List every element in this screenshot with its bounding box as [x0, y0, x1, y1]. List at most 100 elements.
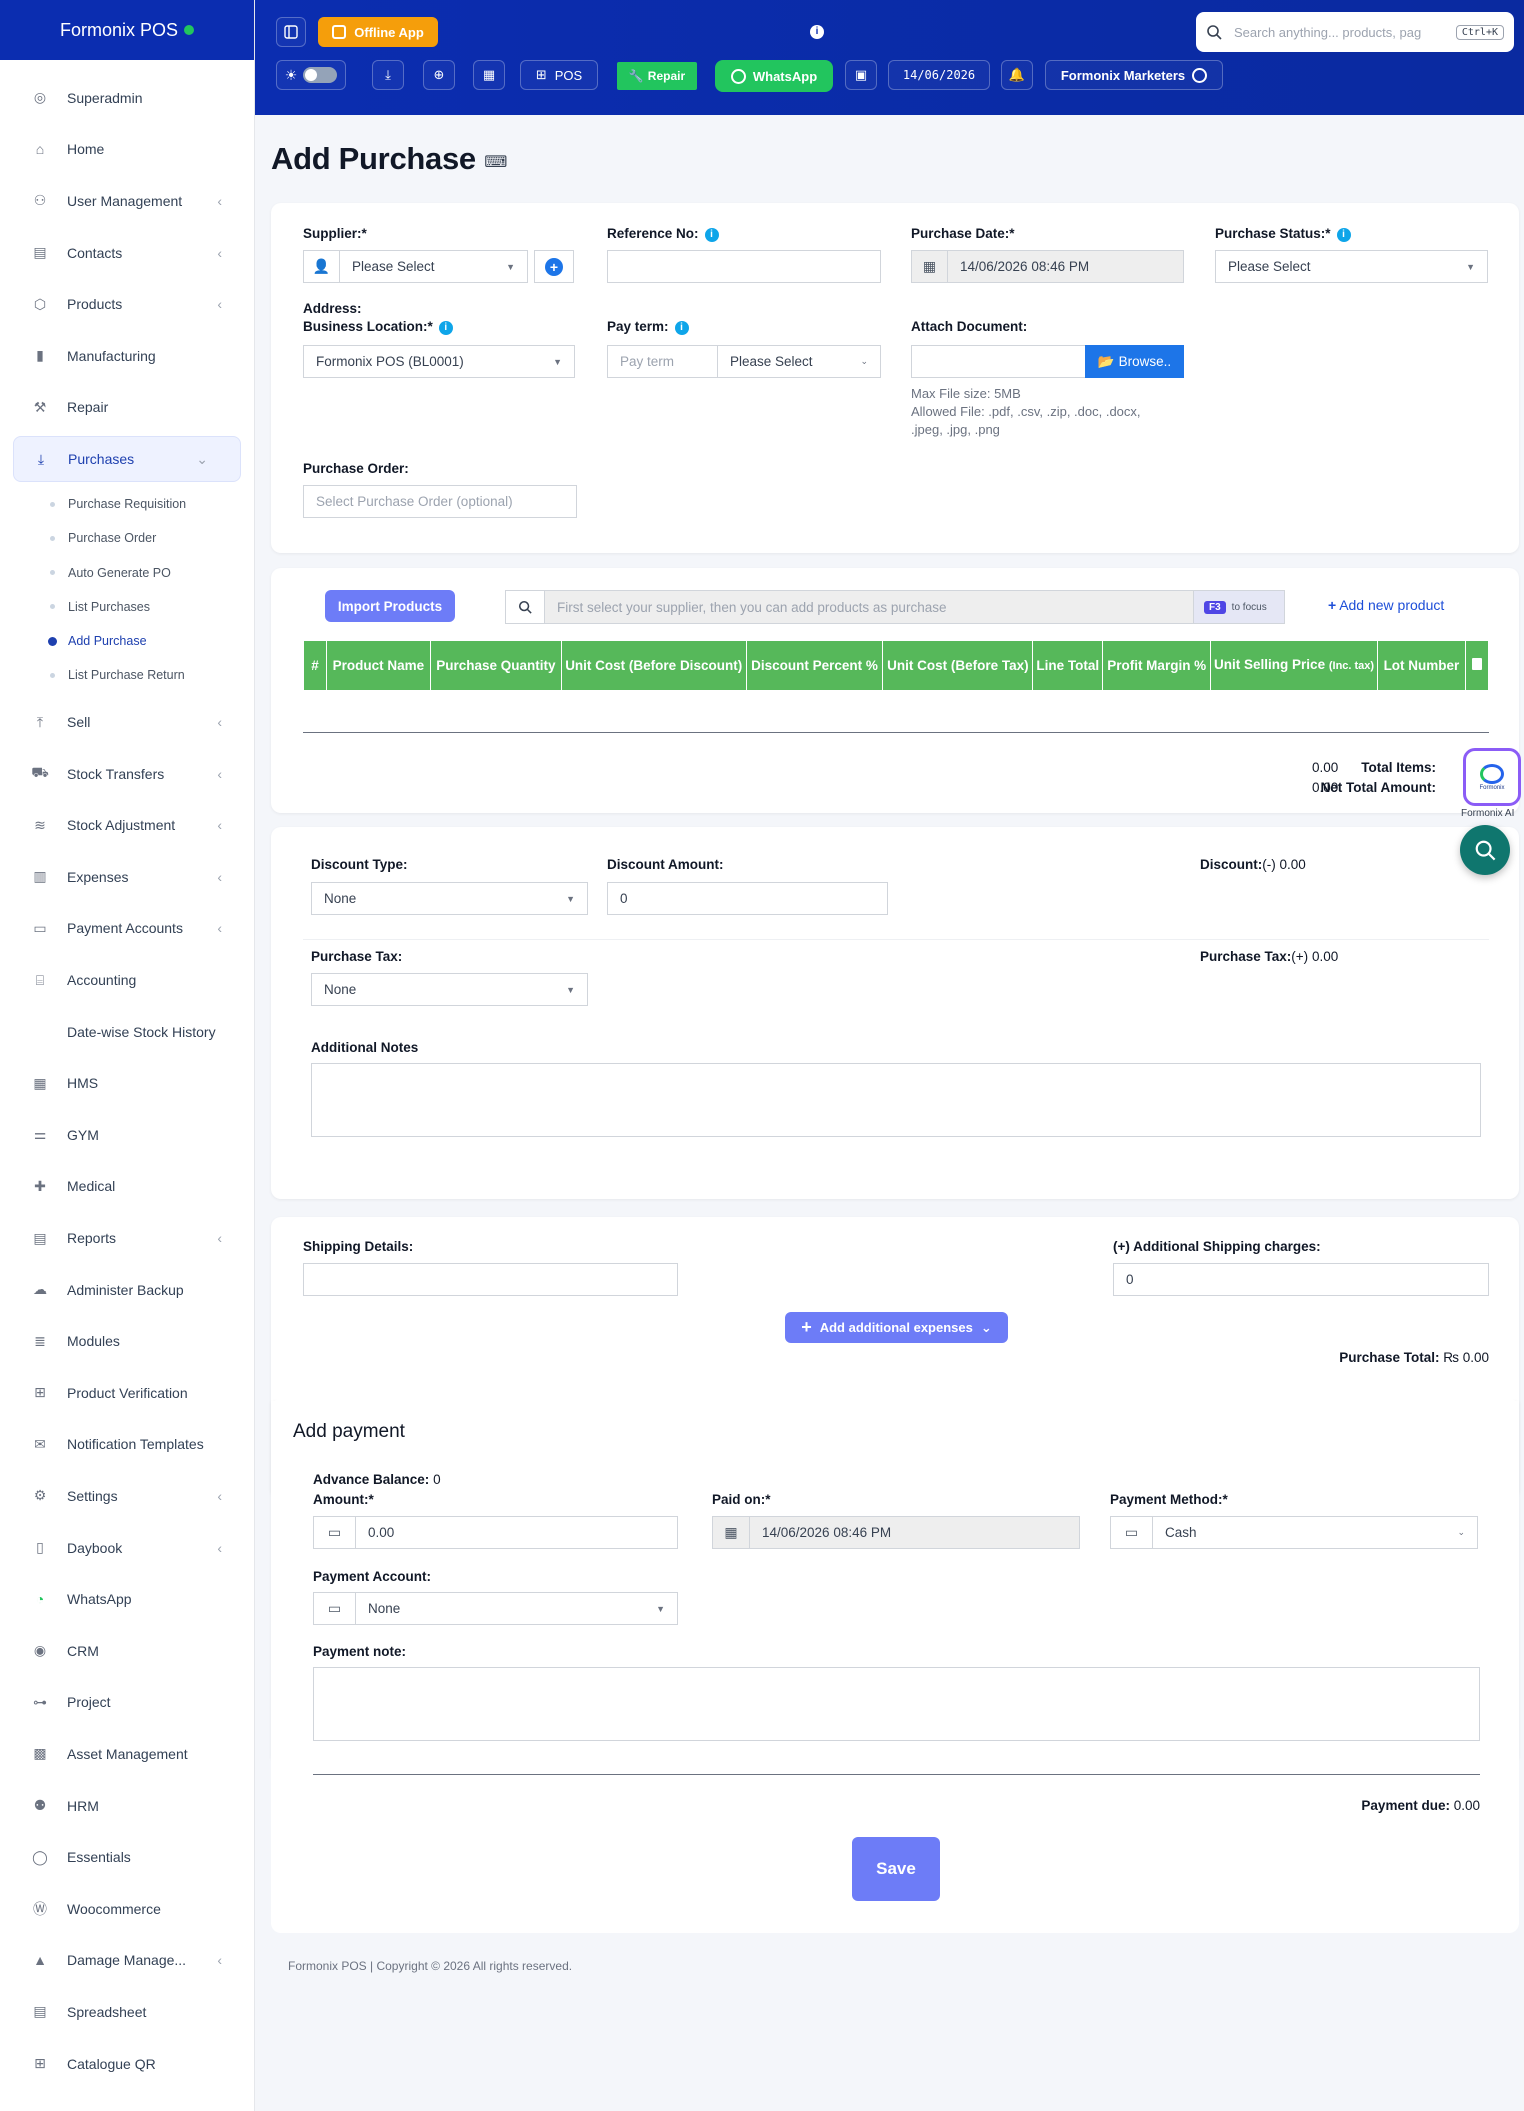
sidebar-item-damage-manage[interactable]: ▲ Damage Manage... ‹	[0, 1935, 254, 1987]
info-icon[interactable]: i	[438, 321, 453, 335]
sidebar-item-home[interactable]: ⌂ Home	[0, 124, 254, 176]
business-location-select[interactable]: Formonix POS (BL0001) ▼	[303, 345, 575, 378]
sidebar-item-user-management[interactable]: ⚇ User Management ‹	[0, 175, 254, 227]
paid-on-input[interactable]: 14/06/2026 08:46 PM	[749, 1516, 1080, 1549]
discount-amount-input[interactable]: 0	[607, 882, 888, 915]
add-additional-expenses-button[interactable]: + Add additional expenses ⌄	[785, 1312, 1008, 1343]
sidebar-item-whatsapp[interactable]: ◔ WhatsApp	[0, 1573, 254, 1625]
pos-button[interactable]: ⊞ POS	[520, 60, 598, 90]
global-search[interactable]: Search anything... products, pag Ctrl+K	[1196, 12, 1514, 52]
offline-app-button[interactable]: Offline App	[318, 17, 438, 47]
product-search-input[interactable]: First select your supplier, then you can…	[544, 590, 1194, 624]
submenu-item-add-purchase[interactable]: Add Purchase	[0, 624, 254, 658]
info-icon[interactable]: i	[704, 228, 719, 242]
sidebar-item-notification-templates[interactable]: ✉ Notification Templates	[0, 1419, 254, 1471]
sidebar-item-purchases[interactable]: ⤓ Purchases ⌄	[13, 436, 241, 483]
attach-document-input[interactable]	[911, 345, 1086, 378]
shipping-charges-input[interactable]: 0	[1113, 1263, 1489, 1296]
sidebar-item-label: User Management	[67, 192, 183, 209]
sidebar-item-crm[interactable]: ◉ CRM	[0, 1625, 254, 1677]
sidebar-item-administer-backup[interactable]: ☁ Administer Backup	[0, 1264, 254, 1316]
shipping-details-input[interactable]	[303, 1263, 678, 1296]
payment-note-textarea[interactable]	[313, 1667, 1480, 1741]
info-icon[interactable]: i	[674, 321, 689, 335]
info-icon[interactable]: i	[810, 25, 824, 39]
plus-icon: +	[1328, 597, 1337, 613]
trash-icon[interactable]	[1471, 657, 1482, 670]
theme-toggle[interactable]: ☀	[276, 60, 346, 90]
sidebar-item-accounting[interactable]: ⌸ Accounting	[0, 954, 254, 1006]
chevron-left-icon: ‹	[217, 244, 222, 261]
sidebar-item-expenses[interactable]: ▥ Expenses ‹	[0, 851, 254, 903]
payment-account-select[interactable]: None ▼	[355, 1592, 678, 1625]
chevron-left-icon: ‹	[217, 765, 222, 782]
repair-button[interactable]: 🔧 Repair	[617, 62, 697, 90]
sidebar-item-hms[interactable]: ▦ HMS	[0, 1057, 254, 1109]
sidebar-item-woocommerce[interactable]: Ⓦ Woocommerce	[0, 1883, 254, 1935]
sidebar-item-catalogue-qr[interactable]: ⊞ Catalogue QR	[0, 2038, 254, 2090]
sidebar-item-essentials[interactable]: ◯ Essentials	[0, 1831, 254, 1883]
sidebar-item-date-wise-stock-history[interactable]: Date-wise Stock History	[0, 1006, 254, 1058]
info-icon[interactable]: i	[1336, 228, 1351, 242]
discount-type-select[interactable]: None ▼	[311, 882, 588, 915]
sidebar-item-stock-transfers[interactable]: ⛟ Stock Transfers ‹	[0, 748, 254, 800]
brand[interactable]: Formonix POS	[0, 0, 254, 60]
purchase-date-input[interactable]: 14/06/2026 08:46 PM	[947, 250, 1184, 283]
cash-register-button[interactable]: ▣	[845, 60, 877, 90]
sidebar-item-reports[interactable]: ▤ Reports ‹	[0, 1212, 254, 1264]
sidebar-item-stock-adjustment[interactable]: ≋ Stock Adjustment ‹	[0, 799, 254, 851]
add-new-product-link[interactable]: + Add new product	[1328, 597, 1444, 613]
pay-term-unit-select[interactable]: Please Select ⌄	[717, 345, 881, 378]
import-products-button[interactable]: Import Products	[325, 590, 455, 622]
sidebar-item-repair[interactable]: ⚒ Repair	[0, 382, 254, 434]
sidebar-item-asset-management[interactable]: ▩ Asset Management	[0, 1728, 254, 1780]
sidebar-item-contacts[interactable]: ▤ Contacts ‹	[0, 227, 254, 279]
pay-term-input[interactable]: Pay term	[607, 345, 718, 378]
sidebar-item-project[interactable]: ⊶ Project	[0, 1677, 254, 1729]
purchase-order-select[interactable]: Select Purchase Order (optional)	[303, 485, 577, 518]
sidebar-item-payment-accounts[interactable]: ▭ Payment Accounts ‹	[0, 903, 254, 955]
calculator-button[interactable]: ▦	[473, 60, 505, 90]
money-icon: ▣	[854, 67, 868, 82]
submenu-item-purchase-order[interactable]: Purchase Order	[0, 521, 254, 555]
supplier-select[interactable]: Please Select ▼	[339, 250, 528, 283]
sidebar-item-product-verification[interactable]: ⊞ Product Verification	[0, 1367, 254, 1419]
browse-button[interactable]: 📂 Browse..	[1085, 345, 1184, 378]
sidebar-item-modules[interactable]: ≣ Modules	[0, 1315, 254, 1367]
notifications-button[interactable]: 🔔	[1001, 60, 1033, 90]
theme-switch[interactable]	[303, 67, 338, 83]
sidebar-item-label: Repair	[67, 399, 109, 416]
formonix-ai-button[interactable]: Formonix	[1463, 748, 1521, 806]
bullet-icon	[50, 672, 55, 678]
whatsapp-button[interactable]: WhatsApp	[715, 60, 833, 92]
sidebar-item-superadmin[interactable]: ◎ Superadmin	[0, 72, 254, 124]
submenu-item-list-purchase-return[interactable]: List Purchase Return	[0, 658, 254, 692]
sidebar-toggle-button[interactable]	[276, 17, 306, 47]
reference-input[interactable]	[607, 250, 881, 283]
sidebar-item-gym[interactable]: ⚌ GYM	[0, 1109, 254, 1161]
sidebar-item-manufacturing[interactable]: ▮ Manufacturing	[0, 330, 254, 382]
keyboard-icon[interactable]: ⌨	[484, 154, 507, 171]
purchase-tax-select[interactable]: None ▼	[311, 973, 588, 1006]
submenu-item-list-purchases[interactable]: List Purchases	[0, 590, 254, 624]
team-icon: ⚉	[33, 1797, 47, 1814]
payment-method-select[interactable]: Cash ⌄	[1152, 1516, 1478, 1549]
submenu-item-purchase-requisition[interactable]: Purchase Requisition	[0, 487, 254, 521]
sidebar-item-spreadsheet[interactable]: ▤ Spreadsheet	[0, 1986, 254, 2038]
business-menu[interactable]: Formonix Marketers	[1045, 60, 1223, 90]
sidebar-item-medical[interactable]: ✚ Medical	[0, 1161, 254, 1213]
floating-search-button[interactable]	[1460, 825, 1510, 875]
sidebar-item-hrm[interactable]: ⚉ HRM	[0, 1780, 254, 1832]
sidebar-item-products[interactable]: ⬡ Products ‹	[0, 278, 254, 330]
submenu-item-auto-generate-po[interactable]: Auto Generate PO	[0, 556, 254, 590]
add-button[interactable]: ⊕	[423, 60, 455, 90]
sidebar-item-sell[interactable]: ⤒ Sell ‹	[0, 696, 254, 748]
amount-input[interactable]: 0.00	[355, 1516, 678, 1549]
add-supplier-button[interactable]: +	[534, 250, 574, 283]
sidebar-item-settings[interactable]: ⚙ Settings ‹	[0, 1470, 254, 1522]
additional-notes-textarea[interactable]	[311, 1063, 1481, 1137]
download-button[interactable]: ⤓	[372, 60, 404, 90]
sidebar-item-daybook[interactable]: ▯ Daybook ‹	[0, 1522, 254, 1574]
purchase-status-select[interactable]: Please Select ▼	[1215, 250, 1488, 283]
save-button[interactable]: Save	[852, 1837, 940, 1901]
